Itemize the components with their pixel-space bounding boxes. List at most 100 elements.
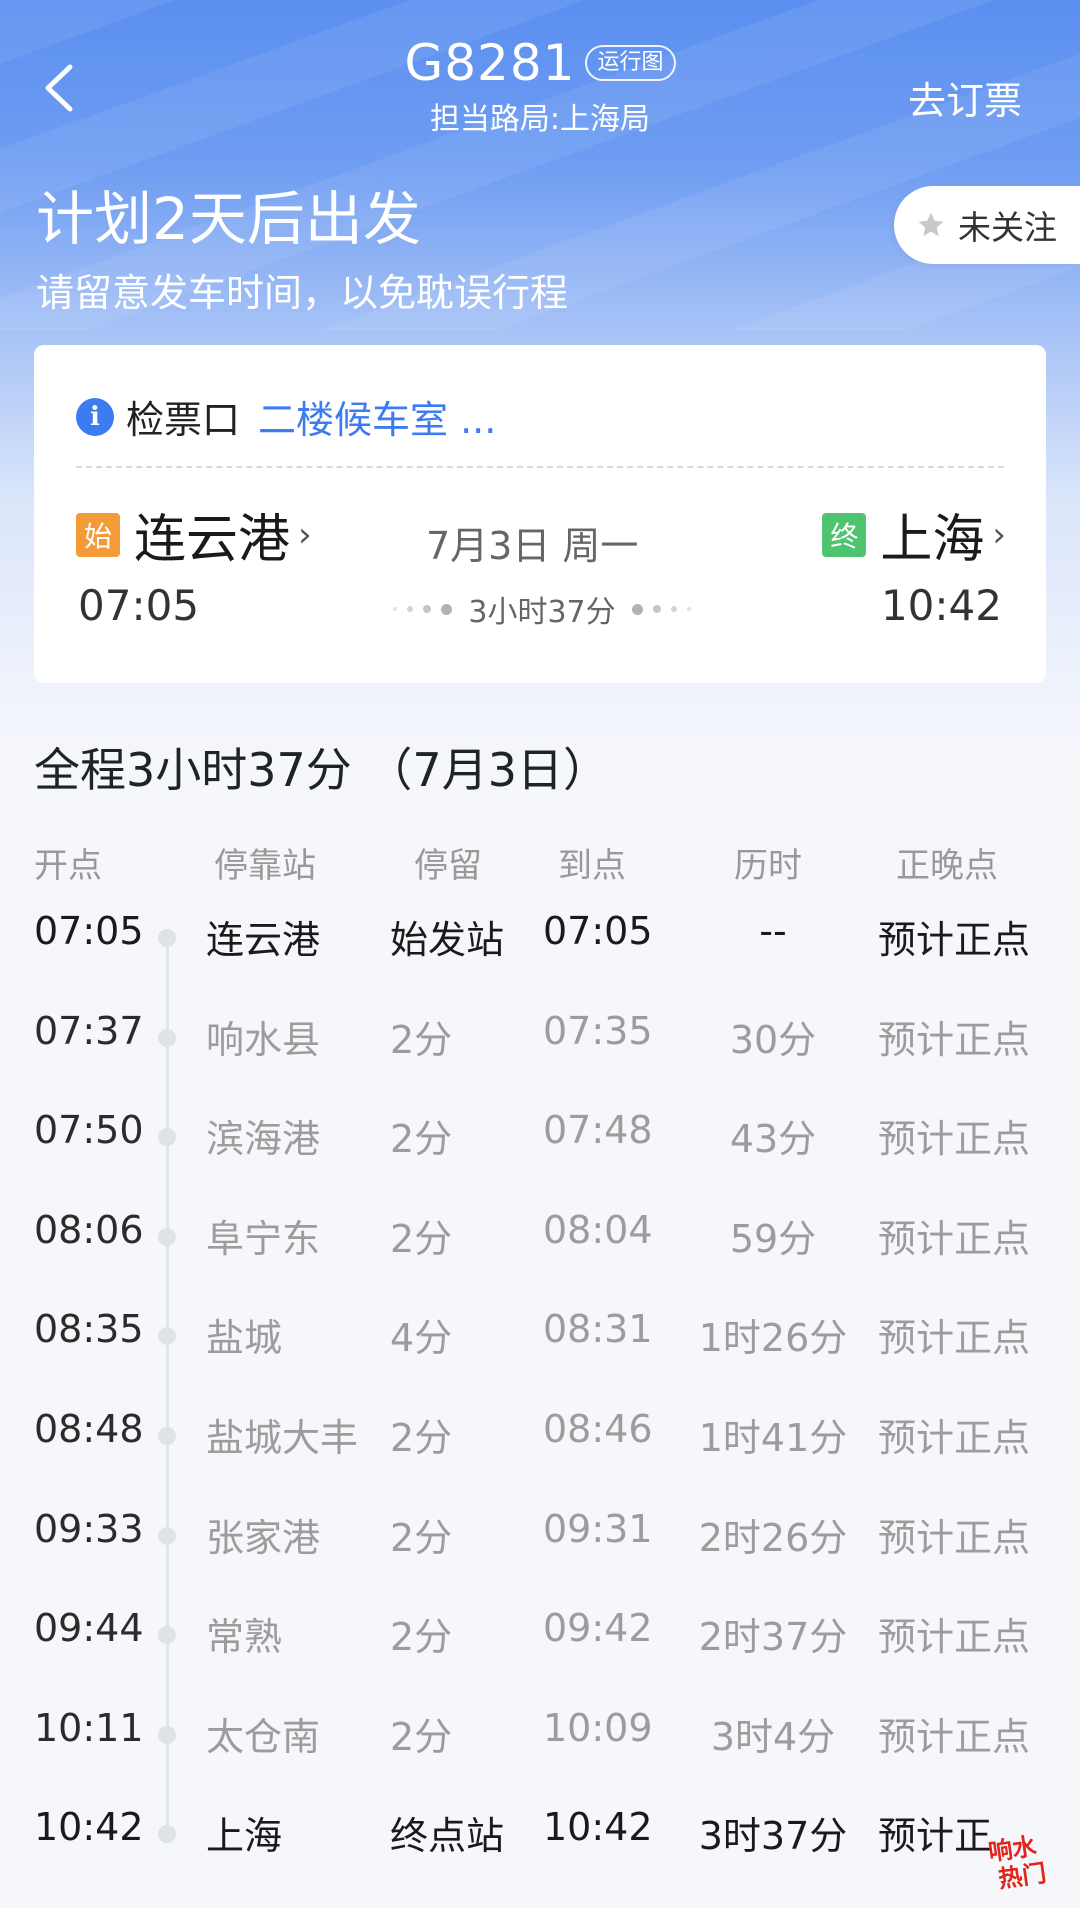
start-tag: 始 <box>76 512 120 557</box>
stop-open-time: 09:33 <box>34 1506 144 1551</box>
total-duration-title: 全程3小时37分 （7月3日） <box>34 743 609 797</box>
stop-row[interactable]: 08:48 盐城大丰 2分 08:46 1时41分 预计正点 <box>0 1393 1080 1473</box>
progress-dot <box>631 603 643 615</box>
chevron-right-icon: › <box>992 514 1006 555</box>
info-icon: i <box>76 397 114 436</box>
stop-elapsed: -- <box>759 909 787 953</box>
stop-punctuality: 预计正点 <box>878 1216 1031 1261</box>
timeline-dot <box>158 1725 176 1744</box>
stop-row[interactable]: 07:37 响水县 2分 07:35 30分 预计正点 <box>0 995 1080 1075</box>
stop-open-time: 09:44 <box>34 1606 144 1651</box>
stop-arrive-time: 08:04 <box>543 1207 653 1252</box>
stop-station-name: 张家港 <box>206 1515 321 1560</box>
stop-elapsed: 1时41分 <box>698 1416 848 1460</box>
book-ticket-link[interactable]: 去订票 <box>908 70 1022 125</box>
stop-arrive-time: 08:31 <box>543 1307 653 1352</box>
departure-station-name: 连云港 <box>134 510 291 570</box>
stop-open-time: 08:06 <box>34 1207 144 1252</box>
progress-dot <box>423 605 432 613</box>
travel-date: 7月3日 周一 <box>426 524 639 568</box>
stop-punctuality: 预计正点 <box>878 1515 1031 1560</box>
timeline-dot <box>158 1626 176 1645</box>
timeline-dot <box>158 1526 176 1545</box>
svg-text:热门: 热门 <box>997 1859 1048 1893</box>
stop-punctuality: 预计正点 <box>878 1017 1031 1062</box>
stop-stay: 2分 <box>390 1117 453 1162</box>
stop-elapsed: 59分 <box>729 1216 817 1261</box>
stop-row[interactable]: 08:35 盐城 4分 08:31 1时26分 预计正点 <box>0 1293 1080 1373</box>
stop-arrive-time: 09:31 <box>543 1506 653 1551</box>
stop-row[interactable]: 10:11 太仓南 2分 10:09 3时4分 预计正点 <box>0 1692 1080 1772</box>
timeline-dot <box>158 1227 176 1246</box>
stop-elapsed: 30分 <box>729 1017 817 1062</box>
timeline-dot <box>158 1427 176 1445</box>
col-open: 开点 <box>34 846 102 886</box>
end-tag: 终 <box>822 512 867 557</box>
arrival-time: 10:42 <box>880 581 1002 630</box>
stop-row[interactable]: 07:05 连云港 始发站 07:05 -- 预计正点 <box>0 895 1080 975</box>
gate-value[interactable]: 二楼候车室 ... <box>258 389 496 444</box>
stop-row[interactable]: 09:44 常熟 2分 09:42 2时37分 预计正点 <box>0 1592 1080 1672</box>
col-arrive: 到点 <box>558 846 626 886</box>
stop-elapsed: 1时26分 <box>698 1316 848 1361</box>
col-punctuality: 正晚点 <box>896 846 998 886</box>
stop-open-time: 07:37 <box>34 1008 144 1053</box>
trip-card: i 检票口 二楼候车室 ... 始 连云港 › 7月3日 周一 终 上海 › 0… <box>34 345 1046 683</box>
stop-station-name: 盐城 <box>206 1316 283 1361</box>
stop-stay: 2分 <box>390 1017 453 1062</box>
col-elapsed: 历时 <box>734 846 802 886</box>
arrival-station-name: 上海 <box>880 510 985 570</box>
stop-stay: 4分 <box>390 1316 453 1361</box>
stop-station-name: 常熟 <box>206 1615 283 1660</box>
progress-dot <box>407 606 414 612</box>
stop-punctuality: 预计正 <box>878 1814 993 1859</box>
stop-arrive-time: 07:05 <box>543 909 653 953</box>
ticket-gate-row[interactable]: i 检票口 二楼候车室 ... <box>76 389 496 444</box>
back-button[interactable] <box>32 58 86 118</box>
stop-stay: 终点站 <box>390 1814 505 1859</box>
stop-arrive-time: 07:35 <box>543 1008 653 1053</box>
run-chart-badge[interactable]: 运行图 <box>585 45 676 81</box>
col-station: 停靠站 <box>214 846 316 886</box>
divider <box>76 466 1004 468</box>
stop-stay: 2分 <box>390 1714 453 1759</box>
stop-punctuality: 预计正点 <box>878 1316 1031 1361</box>
stop-open-time: 10:42 <box>34 1805 144 1850</box>
timeline-dot <box>158 929 176 947</box>
stop-row[interactable]: 07:50 滨海港 2分 07:48 43分 预计正点 <box>0 1094 1080 1174</box>
stop-elapsed: 2时37分 <box>698 1615 848 1660</box>
stop-arrive-time: 08:46 <box>543 1407 653 1451</box>
back-arrow-icon <box>45 64 73 112</box>
star-icon <box>918 212 944 237</box>
follow-label: 未关注 <box>958 208 1057 247</box>
arrival-station[interactable]: 终 上海 › <box>822 497 1006 572</box>
watermark-logo: 响水 热门 <box>980 1825 1066 1895</box>
stop-station-name: 滨海港 <box>206 1117 321 1162</box>
timeline-dot <box>158 1128 176 1147</box>
departure-time: 07:05 <box>78 581 200 630</box>
departure-station[interactable]: 始 连云港 › <box>76 497 312 572</box>
stop-elapsed: 3时37分 <box>698 1814 848 1859</box>
stop-stay: 2分 <box>390 1216 453 1261</box>
chevron-right-icon: › <box>298 514 312 555</box>
follow-button[interactable]: 未关注 <box>894 186 1080 264</box>
title-block: G8281 运行图 担当路局:上海局 <box>300 34 780 138</box>
timeline-dot <box>158 1825 176 1844</box>
stop-punctuality: 预计正点 <box>878 1117 1031 1162</box>
stop-arrive-time: 07:48 <box>543 1108 653 1153</box>
duration-indicator: 3小时37分 <box>356 585 728 633</box>
stop-punctuality: 预计正点 <box>878 1714 1031 1759</box>
stop-row[interactable]: 09:33 张家港 2分 09:31 2时26分 预计正点 <box>0 1493 1080 1573</box>
progress-dot <box>393 607 398 611</box>
stop-stay: 2分 <box>390 1416 453 1460</box>
stop-station-name: 连云港 <box>206 918 321 962</box>
stop-station-name: 响水县 <box>206 1017 321 1062</box>
stop-row[interactable]: 10:42 上海 终点站 10:42 3时37分 预计正 <box>0 1791 1080 1871</box>
stop-row[interactable]: 08:06 阜宁东 2分 08:04 59分 预计正点 <box>0 1194 1080 1274</box>
stop-arrive-time: 10:42 <box>543 1805 653 1850</box>
stop-station-name: 盐城大丰 <box>206 1416 359 1460</box>
stop-punctuality: 预计正点 <box>878 918 1031 962</box>
duration-text: 3小时37分 <box>468 595 616 630</box>
stop-open-time: 07:05 <box>34 909 144 953</box>
stop-open-time: 07:50 <box>34 1108 144 1153</box>
